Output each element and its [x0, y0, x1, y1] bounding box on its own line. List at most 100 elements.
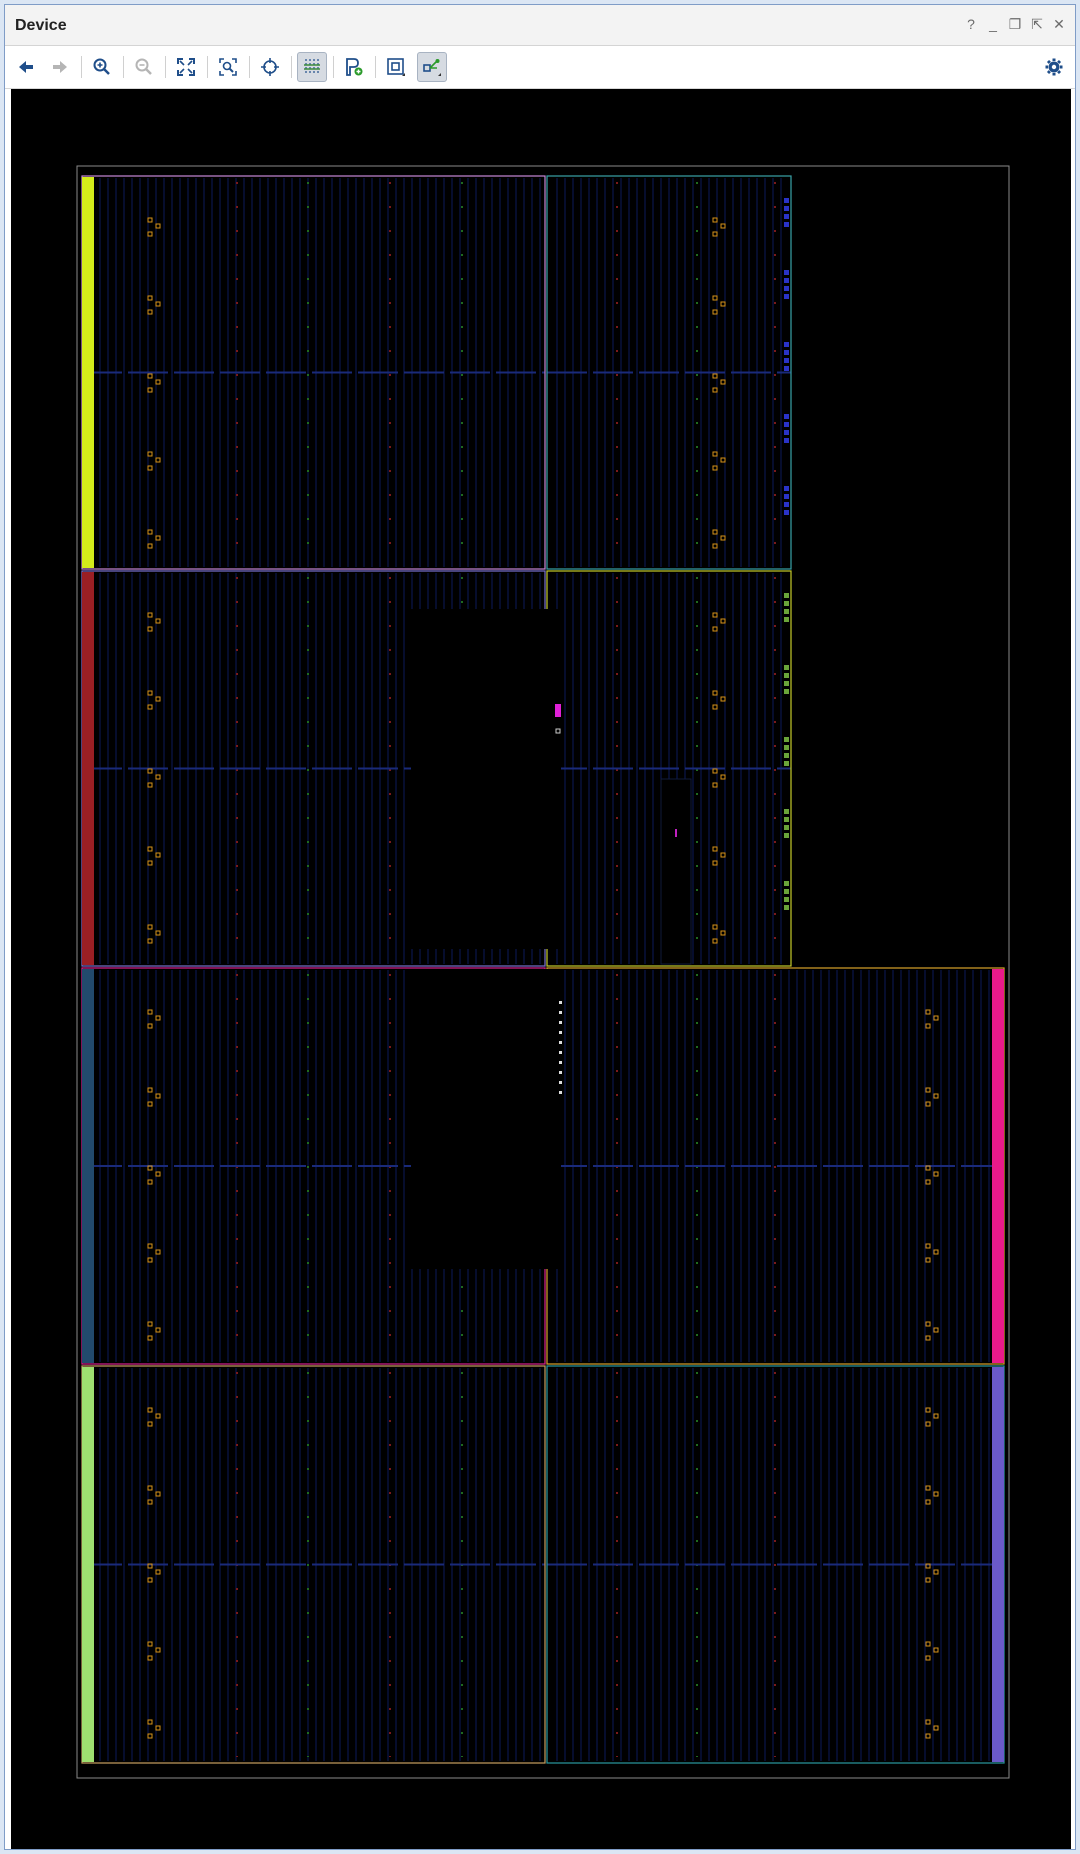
routing-resources-button[interactable] [297, 52, 327, 82]
io-pad [784, 278, 789, 283]
placed-cell [147, 543, 153, 549]
io-bank-strip [82, 969, 94, 1363]
arrow-right-icon [53, 61, 67, 73]
io-bank-strip [82, 572, 94, 965]
placed-cell [712, 704, 718, 710]
placed-cell [147, 1655, 153, 1661]
zoom-selected-button[interactable] [213, 52, 243, 82]
placed-cell [925, 1577, 931, 1583]
placed-cell [155, 379, 161, 385]
connections-icon [423, 59, 441, 76]
show-connections-button[interactable] [417, 52, 447, 82]
placed-cell [147, 1577, 153, 1583]
placed-cell [147, 1407, 153, 1413]
placed-cell [147, 846, 153, 852]
placed-cell [925, 1733, 931, 1739]
io-pad [784, 430, 789, 435]
placed-cell [559, 1071, 562, 1074]
placed-cell [559, 1061, 562, 1064]
placed-cell [155, 1569, 161, 1575]
io-pad [784, 665, 789, 670]
io-pad [784, 601, 789, 606]
help-icon[interactable]: ? [963, 16, 979, 32]
placed-cell [720, 301, 726, 307]
placed-cell [147, 1257, 153, 1263]
io-pad [784, 673, 789, 678]
placed-cell [712, 217, 718, 223]
io-bank-strip [82, 1367, 94, 1762]
placed-cell [147, 295, 153, 301]
placed-cell [925, 1179, 931, 1185]
io-bank-strip [82, 177, 94, 568]
placed-cell [712, 231, 718, 237]
forward-button[interactable] [45, 52, 75, 82]
back-button[interactable] [11, 52, 41, 82]
routing-icon [304, 59, 320, 75]
io-pad [784, 761, 789, 766]
placed-cell [155, 1413, 161, 1419]
placed-cell [155, 301, 161, 307]
placed-cell [147, 1101, 153, 1107]
io-bank-strip [992, 969, 1004, 1363]
placed-cell [147, 1499, 153, 1505]
gear-icon [1045, 58, 1063, 76]
add-pblock-button[interactable] [339, 52, 369, 82]
io-pad [784, 617, 789, 622]
draw-pblock-button[interactable] [381, 52, 411, 82]
placed-cell [933, 1249, 939, 1255]
placed-cell [712, 529, 718, 535]
hard-ip-block [411, 969, 561, 1269]
placed-cell [933, 1093, 939, 1099]
io-pad [784, 510, 789, 515]
placed-cell [147, 451, 153, 457]
io-pad [784, 745, 789, 750]
placed-cell [559, 1041, 562, 1044]
zoom-fit-button[interactable] [171, 52, 201, 82]
placed-cell [559, 1081, 562, 1084]
placed-cell [147, 1641, 153, 1647]
placed-cell [720, 457, 726, 463]
placed-cell [712, 846, 718, 852]
zoom-out-icon [135, 58, 152, 75]
placed-cell [720, 618, 726, 624]
restore-icon[interactable]: ❐ [1007, 16, 1023, 32]
placed-cell [720, 223, 726, 229]
placed-cell [712, 387, 718, 393]
window-controls: ? _ ❐ ⇱ ✕ [963, 16, 1067, 33]
placed-cell [147, 1179, 153, 1185]
placed-cell [933, 1647, 939, 1653]
device-window: Device ? _ ❐ ⇱ ✕ [4, 4, 1076, 1850]
settings-button[interactable] [1039, 52, 1069, 82]
zoom-in-button[interactable] [87, 52, 117, 82]
placed-cell [925, 1101, 931, 1107]
placed-cell [147, 690, 153, 696]
selected-cell [555, 704, 561, 717]
placed-cell [925, 1009, 931, 1015]
placed-cell [155, 774, 161, 780]
device-canvas[interactable] [11, 89, 1071, 1849]
io-pad [784, 609, 789, 614]
io-pad [784, 270, 789, 275]
zoom-selected-icon [219, 58, 237, 76]
float-icon[interactable]: ⇱ [1029, 16, 1045, 32]
placed-cell [712, 295, 718, 301]
placed-cell [147, 231, 153, 237]
io-pad [784, 286, 789, 291]
zoom-out-button[interactable] [129, 52, 159, 82]
minimize-icon[interactable]: _ [985, 16, 1001, 32]
io-bank-strip [992, 1367, 1004, 1762]
io-pad [784, 737, 789, 742]
device-floorplan[interactable] [11, 89, 1071, 1849]
io-pad [784, 422, 789, 427]
io-pad [784, 889, 789, 894]
placed-cell [155, 930, 161, 936]
io-pad [784, 809, 789, 814]
placed-cell [147, 529, 153, 535]
auto-fit-button[interactable] [255, 52, 285, 82]
placed-cell [925, 1023, 931, 1029]
close-icon[interactable]: ✕ [1051, 16, 1067, 32]
placed-cell [559, 1001, 562, 1004]
placed-cell [155, 457, 161, 463]
placed-cell [712, 543, 718, 549]
placed-cell [147, 782, 153, 788]
